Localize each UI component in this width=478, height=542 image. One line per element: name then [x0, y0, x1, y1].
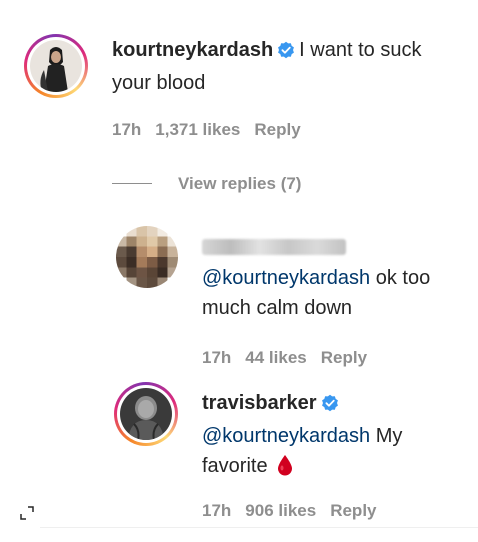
reply-time: 17h [202, 348, 232, 367]
reply-body: travisbarker @kourtneykardash My favorit… [202, 388, 462, 485]
reply-button[interactable]: Reply [330, 501, 376, 520]
comment-time: 17h [112, 120, 142, 139]
avatar-kourtneykardash[interactable] [24, 34, 88, 98]
likes-count[interactable]: 906 likes [245, 501, 316, 520]
username[interactable]: kourtneykardash [112, 39, 273, 61]
avatar-blurred[interactable] [116, 226, 178, 288]
blurred-username[interactable] [202, 239, 346, 255]
reply-meta: 17h 44 likes Reply [202, 348, 381, 368]
blood-drop-icon [277, 454, 293, 485]
comment-body: kourtneykardash I want to suck your blood [112, 35, 452, 98]
avatar-image [120, 388, 172, 440]
verified-badge-icon [277, 38, 295, 68]
avatar-image [30, 40, 82, 92]
avatar-travisbarker[interactable] [114, 382, 178, 446]
username[interactable]: travisbarker [202, 392, 317, 414]
likes-count[interactable]: 1,371 likes [155, 120, 240, 139]
comment-meta: 17h 1,371 likes Reply [112, 120, 315, 140]
reply-body: @kourtneykardash ok too much calm down [202, 263, 462, 323]
avatar-photo [120, 388, 172, 440]
expand-icon[interactable] [20, 506, 34, 520]
replies-divider-line [112, 183, 152, 184]
reply-button[interactable]: Reply [254, 120, 300, 139]
view-replies-button[interactable]: View replies (7) [178, 174, 301, 194]
likes-count[interactable]: 44 likes [245, 348, 306, 367]
pixelated-avatar-image [116, 226, 178, 288]
reply-meta: 17h 906 likes Reply [202, 501, 391, 521]
reply-time: 17h [202, 501, 232, 520]
mention-link[interactable]: @kourtneykardash [202, 267, 370, 289]
verified-badge-icon [321, 391, 339, 421]
reply-button[interactable]: Reply [321, 348, 367, 367]
bottom-divider [40, 527, 478, 528]
avatar-photo [30, 40, 82, 92]
mention-link[interactable]: @kourtneykardash [202, 425, 370, 447]
